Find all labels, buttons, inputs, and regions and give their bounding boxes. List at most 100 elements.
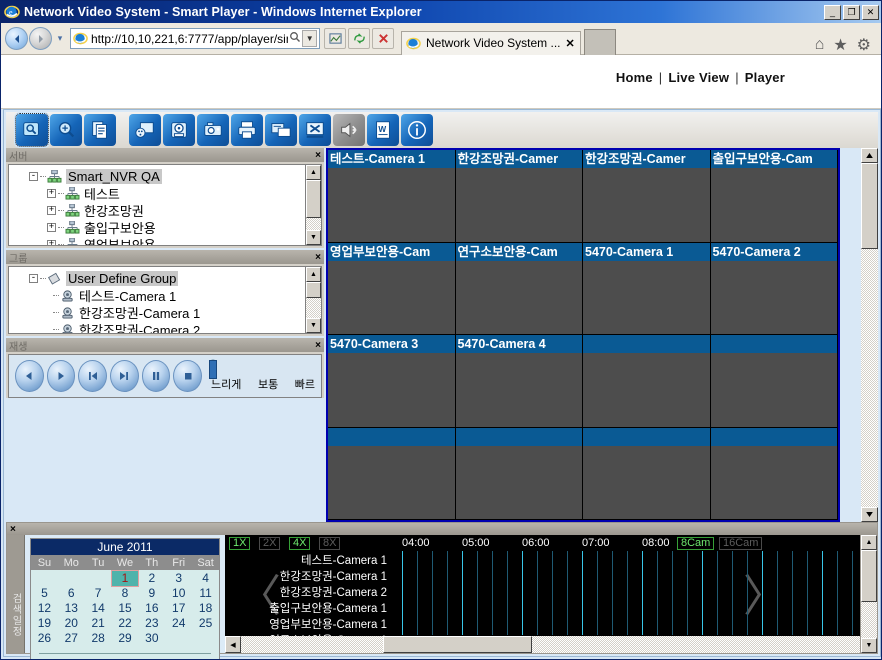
calendar-day[interactable]: 29 — [112, 631, 139, 646]
server-panel-close-icon[interactable]: × — [315, 150, 321, 161]
video-cell[interactable] — [710, 335, 838, 428]
stop-button[interactable] — [372, 28, 394, 49]
play-forward-button[interactable] — [46, 360, 76, 392]
video-cell[interactable] — [328, 427, 456, 520]
calendar-day[interactable]: 19 — [31, 616, 58, 631]
calendar-day[interactable] — [85, 571, 112, 586]
calendar-day[interactable]: 27 — [58, 631, 85, 646]
calendar-day[interactable]: 2 — [138, 571, 165, 586]
cam-16-button[interactable]: 16Cam — [719, 537, 763, 550]
step-forward-button[interactable] — [110, 360, 139, 392]
calendar-day[interactable]: 23 — [138, 616, 165, 631]
report-button[interactable]: W — [367, 114, 399, 146]
expander-icon[interactable]: + — [47, 189, 56, 198]
close-button[interactable]: ✕ — [862, 4, 879, 20]
video-cell[interactable]: 5470-Camera 1 — [583, 242, 711, 335]
compatibility-view-button[interactable] — [324, 28, 346, 49]
calendar-day[interactable]: 8 — [112, 586, 139, 601]
group-panel-close-icon[interactable]: × — [315, 252, 321, 263]
tree-row-child[interactable]: 테스트-Camera 1 — [9, 287, 321, 304]
video-cell[interactable] — [583, 427, 711, 520]
video-cell[interactable]: 한강조망권-Camer — [583, 150, 711, 243]
group-tree-scrollbar[interactable]: ▲ ▼ — [305, 267, 321, 333]
tree-row-child[interactable]: 한강조망권-Camera 1 — [9, 304, 321, 321]
scroll-up-button[interactable]: ▲ — [306, 267, 321, 282]
favorites-icon[interactable]: ★ — [833, 35, 847, 55]
address-dropdown-button[interactable]: ▼ — [302, 30, 317, 47]
calendar-day[interactable]: 28 — [85, 631, 112, 646]
search-icon[interactable] — [288, 31, 303, 46]
tab-close-icon[interactable]: ✕ — [566, 37, 575, 50]
h-scrollbar-thumb[interactable] — [383, 636, 532, 653]
expander-icon[interactable]: - — [29, 274, 38, 283]
speed-slider-thumb[interactable] — [209, 359, 218, 379]
video-cell[interactable] — [455, 427, 583, 520]
scroll-down-button[interactable]: ▼ — [861, 638, 877, 653]
calendar-day[interactable]: 6 — [58, 586, 85, 601]
calendar-day[interactable]: 20 — [58, 616, 85, 631]
calendar-day[interactable]: 4 — [192, 571, 219, 586]
video-cell[interactable] — [583, 335, 711, 428]
scrollbar-track[interactable] — [861, 602, 877, 638]
calendar-day[interactable]: 12 — [31, 601, 58, 616]
back-button[interactable] — [5, 27, 28, 50]
calendar-day[interactable]: 5 — [31, 586, 58, 601]
group-tree[interactable]: - User Define Group 테스트-Camera 1 한강조망권-C… — [8, 266, 322, 334]
maximize-button[interactable]: ❐ — [843, 4, 860, 20]
expander-icon[interactable]: + — [47, 240, 56, 245]
zoom-1x-button[interactable]: 1X — [229, 537, 251, 550]
expander-icon[interactable]: - — [29, 172, 38, 181]
tree-row-root[interactable]: - User Define Group — [9, 270, 321, 287]
snapshot-button[interactable] — [197, 114, 229, 146]
calendar-day[interactable] — [192, 631, 219, 646]
audio-mute-button[interactable] — [333, 114, 365, 146]
bottom-dock-close-icon[interactable]: × — [10, 524, 16, 535]
export-video-button[interactable] — [129, 114, 161, 146]
recent-pages-icon[interactable]: ▾ — [53, 33, 67, 44]
tab-network-video-system[interactable]: Network Video System ... ✕ — [401, 30, 581, 55]
calendar-day[interactable]: 17 — [165, 601, 192, 616]
home-icon[interactable]: ⌂ — [815, 36, 825, 54]
calendar-day-selected[interactable]: 1 — [111, 571, 139, 586]
video-grid[interactable]: 테스트-Camera 1 한강조망권-Camer 한강조망권-Camer 출입구… — [326, 148, 840, 522]
calendar-day[interactable]: 30 — [138, 631, 165, 646]
zoom-8x-button[interactable]: 8X — [319, 537, 341, 550]
info-button[interactable] — [401, 114, 433, 146]
search-schedule-tab[interactable]: 검색일정 — [7, 535, 25, 653]
event-search-button[interactable] — [50, 114, 82, 146]
timeline-panel[interactable]: 1X 2X 4X 8X 04:00 05:00 06:00 07:00 08:0… — [225, 535, 860, 653]
cam-8-button[interactable]: 8Cam — [677, 537, 715, 550]
calendar-day[interactable] — [165, 631, 192, 646]
calendar-day[interactable]: 3 — [165, 571, 192, 586]
h-scrollbar-track[interactable] — [241, 636, 860, 653]
scrollbar-thumb[interactable] — [861, 550, 877, 602]
video-cell[interactable] — [710, 427, 838, 520]
video-cell[interactable]: 영업부보안용-Cam — [328, 242, 456, 335]
video-cell[interactable]: 연구소보안용-Cam — [455, 242, 583, 335]
pause-button[interactable] — [141, 360, 171, 392]
timeline-vertical-scrollbar[interactable]: ▲ ▼ — [860, 535, 877, 653]
video-grid-scrollbar[interactable] — [861, 148, 878, 522]
nav-link-home[interactable]: Home — [616, 70, 653, 85]
calendar-day[interactable]: 7 — [85, 586, 112, 601]
address-bar[interactable]: http://10,10,221,6:7777/app/player/sin ▼ — [70, 28, 320, 49]
speed-slider[interactable] — [209, 358, 218, 379]
minimize-button[interactable]: _ — [824, 4, 841, 20]
tools-gear-icon[interactable]: ⚙ — [857, 35, 871, 55]
nav-link-live-view[interactable]: Live View — [668, 70, 729, 85]
timeline-horizontal-scrollbar[interactable]: ◀ — [225, 636, 860, 653]
calendar-day[interactable]: 21 — [85, 616, 112, 631]
tree-row-child[interactable]: + 영업부보안용 — [9, 236, 321, 245]
scroll-down-button[interactable]: ▼ — [306, 318, 321, 333]
video-cell[interactable]: 5470-Camera 4 — [455, 335, 583, 428]
calendar-day[interactable] — [31, 571, 58, 586]
video-cell[interactable]: 한강조망권-Camer — [455, 150, 583, 243]
zoom-2x-button[interactable]: 2X — [259, 537, 281, 550]
new-tab-button[interactable] — [583, 28, 616, 55]
scrollbar-track[interactable] — [861, 249, 878, 507]
scrollbar-thumb[interactable] — [306, 180, 321, 218]
backup-button[interactable] — [163, 114, 195, 146]
scroll-left-button[interactable]: ◀ — [225, 636, 241, 653]
image-close-button[interactable] — [299, 114, 331, 146]
timeline-grid[interactable] — [392, 551, 860, 635]
